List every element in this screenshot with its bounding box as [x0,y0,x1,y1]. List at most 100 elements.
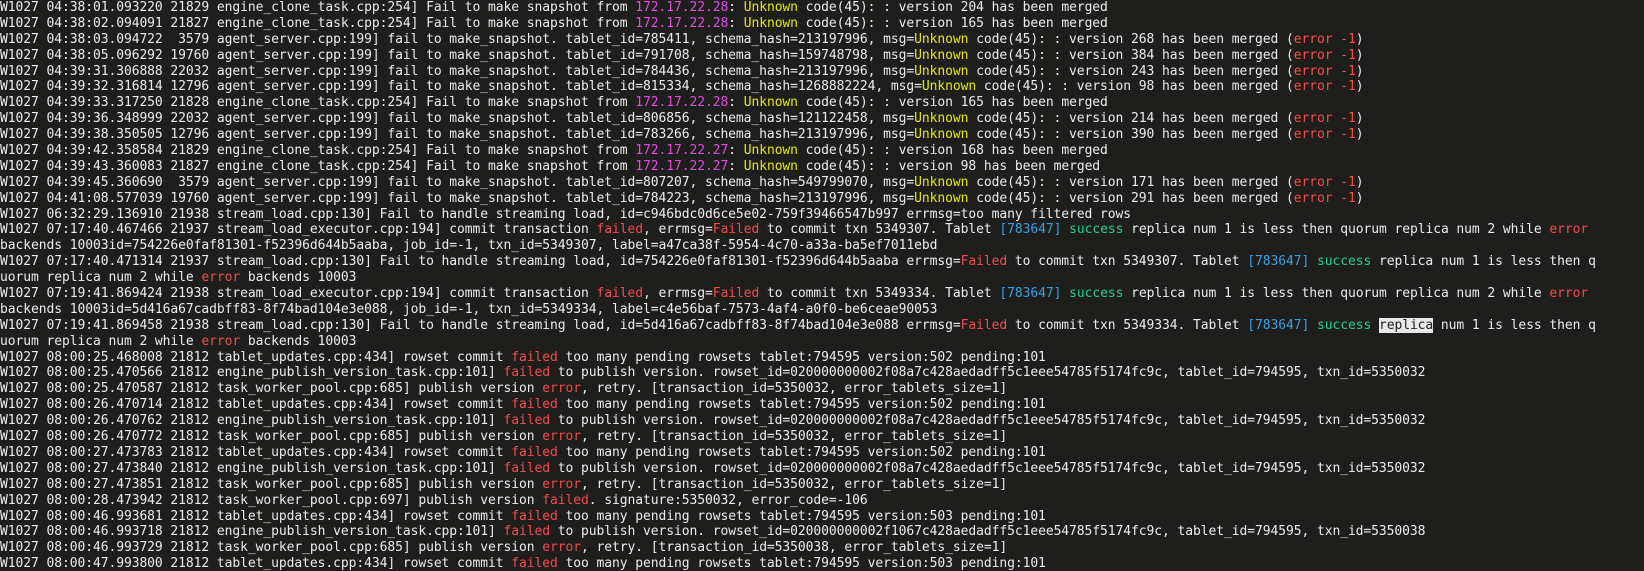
log-text: code(45): : version 204 has been merged [797,0,1108,15]
log-text: code(45): : version 214 has been merged … [968,111,1294,127]
unknown-keyword: Unknown [914,47,969,63]
error-keyword: Failed [712,286,760,302]
log-text: to publish version. rowset_id=0200000000… [550,365,1426,381]
log-line: W1027 04:38:02.094091 21827 engine_clone… [0,16,1644,32]
log-text: code(45): : version 268 has been merged … [968,31,1294,47]
log-text: ) [1355,190,1364,206]
log-text: too many pending rowsets tablet:794595 v… [557,397,1046,413]
log-text: W1027 08:00:25.470566 21812 engine_publi… [0,365,504,381]
log-text: replica num 1 is less then quorum replic… [1123,222,1550,238]
log-text: : [728,15,744,31]
error-keyword: error [542,429,582,445]
log-text: ) [1355,127,1364,143]
error-keyword: error [1549,222,1589,238]
unknown-keyword: Unknown [914,190,969,206]
unknown-keyword: Unknown [743,143,798,159]
log-line: W1027 08:00:46.993681 21812 tablet_updat… [0,509,1644,525]
success-keyword: success [1069,286,1124,302]
log-line: W1027 04:39:33.317250 21828 engine_clone… [0,95,1644,111]
log-line: W1027 04:39:36.348999 22032 agent_server… [0,111,1644,127]
log-line: W1027 08:00:46.993729 21812 task_worker_… [0,540,1644,556]
log-text: W1027 04:39:43.360083 21827 engine_clone… [0,158,636,174]
log-text: code(45): : version 291 has been merged … [968,190,1294,206]
error-keyword: failed [596,286,644,302]
log-text: ) [1355,31,1364,47]
log-text: , retry. [transaction_id=5350032, error_… [581,381,1008,397]
log-text: code(45): : version 243 has been merged … [968,63,1294,79]
error-keyword: error -1 [1293,47,1356,63]
log-text: W1027 04:39:36.348999 22032 agent_server… [0,111,915,127]
log-text: , retry. [transaction_id=5350032, error_… [581,429,1008,445]
unknown-keyword: Unknown [921,79,977,95]
log-line: W1027 08:00:25.470587 21812 task_worker_… [0,381,1644,397]
error-keyword: failed [511,508,558,524]
log-line: W1027 04:41:08.577039 19760 agent_server… [0,191,1644,207]
log-text: W1027 07:19:41.869458 21938 stream_load.… [0,317,961,333]
log-line: W1027 08:00:28.473942 21812 task_worker_… [0,493,1644,509]
log-text: backends 10003 [240,270,357,286]
log-text: , retry. [transaction_id=5350032, error_… [581,476,1008,492]
log-text: W1027 08:00:26.470762 21812 engine_publi… [0,413,504,429]
log-text: code(45): : version 384 has been merged … [968,47,1294,63]
log-text: ) [1355,63,1364,79]
log-text: code(45): : version 165 has been merged [797,15,1108,31]
error-keyword: error [542,540,582,556]
log-text: W1027 08:00:47.993800 21812 tablet_updat… [0,556,512,571]
log-text: ) [1355,111,1364,127]
success-keyword: success [1069,222,1124,238]
ip-address: 172.17.22.28 [635,15,729,31]
log-line: W1027 08:00:27.473783 21812 tablet_updat… [0,445,1644,461]
log-text: W1027 04:38:01.093220 21829 engine_clone… [0,0,636,15]
log-line: W1027 08:00:46.993718 21812 engine_publi… [0,524,1644,540]
log-text: W1027 08:00:27.473851 21812 task_worker_… [0,476,543,492]
log-text: W1027 08:00:27.473840 21812 engine_publi… [0,460,504,476]
error-keyword: error [542,381,582,397]
log-text: W1027 08:00:46.993718 21812 engine_publi… [0,524,504,540]
ip-address: 172.17.22.27 [635,143,729,159]
ip-address: 172.17.22.27 [635,158,729,174]
log-text: code(45): : version 165 has been merged [797,95,1108,111]
log-line: W1027 07:17:40.467466 21937 stream_load_… [0,222,1644,238]
log-line: W1027 07:19:41.869458 21938 stream_load.… [0,317,1644,334]
log-line: backends 10003id=754226e0faf81301-f52396… [0,238,1644,254]
ip-address: 172.17.22.28 [635,95,729,111]
tablet-id-tag: [783647] [1247,254,1310,270]
log-text: uorum replica num 2 while [0,333,202,349]
log-text: W1027 04:39:42.358584 21829 engine_clone… [0,143,636,159]
error-keyword: error [201,270,241,286]
log-text: : [728,143,744,159]
log-text: W1027 04:38:02.094091 21827 engine_clone… [0,15,636,31]
ip-address: 172.17.22.28 [635,0,729,15]
log-text: . signature:5350032, error_code=-106 [588,492,868,508]
error-keyword: failed [511,444,558,460]
log-text: to commit txn 5349307. Tablet [1007,254,1248,270]
error-keyword: error [1549,286,1589,302]
success-keyword: success [1316,254,1372,270]
error-keyword: error -1 [1293,127,1356,143]
log-text: code(45): : version 98 has been merged ( [976,79,1294,95]
log-text: backends 10003id=5d416a67cadbff83-8f74ba… [0,301,938,317]
log-text: W1027 08:00:46.993681 21812 tablet_updat… [0,508,512,524]
error-keyword: Failed [960,254,1008,270]
success-keyword: success [1316,317,1372,333]
log-text: W1027 04:38:03.094722 3579 agent_server.… [0,31,915,47]
log-line: W1027 04:39:38.350505 12796 agent_server… [0,127,1644,143]
log-text: backends 10003 [240,333,357,349]
terminal-output[interactable]: W1027 04:38:01.093220 21829 engine_clone… [0,0,1644,571]
unknown-keyword: Unknown [914,31,969,47]
log-text: W1027 08:00:27.473783 21812 tablet_updat… [0,444,512,460]
log-text: W1027 08:00:46.993729 21812 task_worker_… [0,540,543,556]
error-keyword: failed [503,524,551,540]
log-text: code(45): : version 390 has been merged … [968,127,1294,143]
error-keyword: Failed [712,222,760,238]
log-text: code(45): : version 98 has been merged [797,158,1101,174]
error-keyword: error -1 [1293,63,1356,79]
log-line: W1027 04:39:42.358584 21829 engine_clone… [0,143,1644,159]
log-line: W1027 04:39:31.306888 22032 agent_server… [0,64,1644,80]
log-line: W1027 08:00:47.993800 21812 tablet_updat… [0,556,1644,571]
tablet-id-tag: [783647] [1247,317,1310,333]
